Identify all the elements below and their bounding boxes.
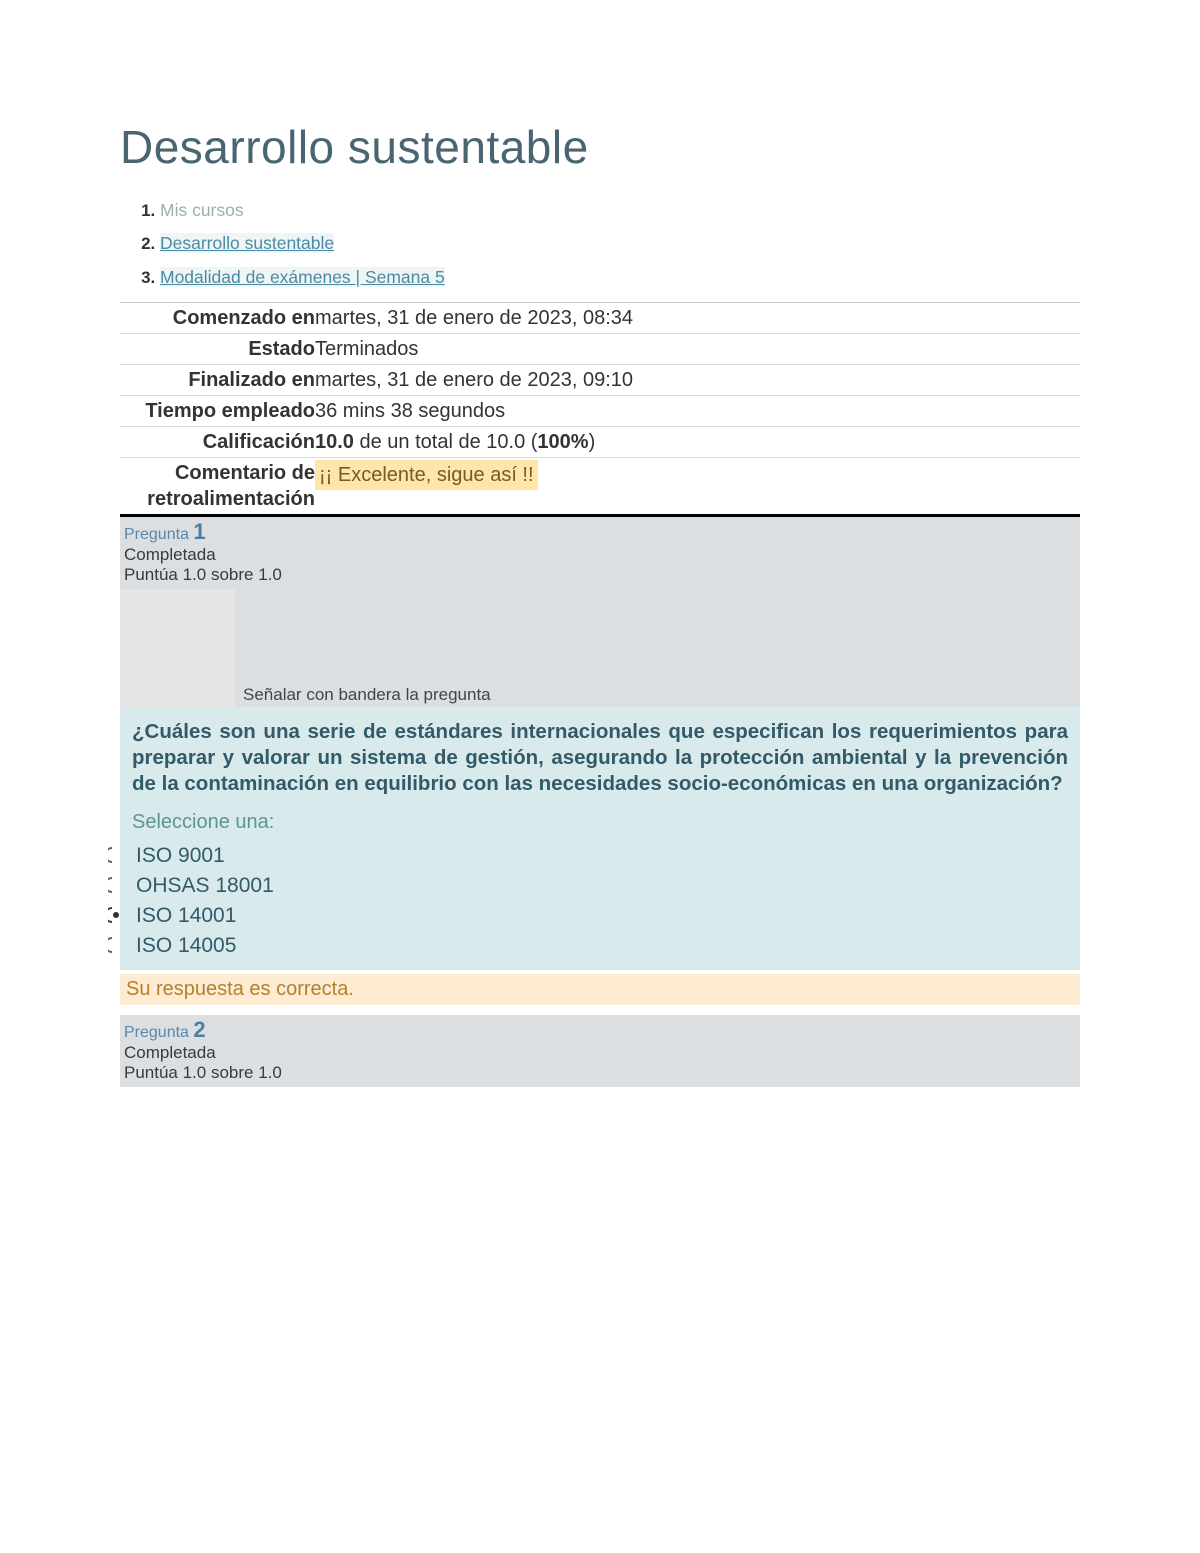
breadcrumb-item[interactable]: Desarrollo sustentable [160, 227, 1080, 260]
option-label: ISO 14001 [136, 904, 236, 928]
breadcrumb-item[interactable]: Modalidad de exámenes | Semana 5 [160, 261, 1080, 294]
breadcrumb-text: Modalidad de exámenes | Semana 5 [160, 267, 445, 287]
breadcrumb-text: Desarrollo sustentable [160, 233, 334, 253]
option-row[interactable]: OHSAS 18001 [132, 874, 1068, 898]
finished-on-value: martes, 31 de enero de 2023, 09:10 [315, 365, 1080, 395]
flag-block [120, 589, 235, 707]
feedback-value: ¡¡ Excelente, sigue así !! [315, 460, 538, 490]
feedback-value-wrap: ¡¡ Excelente, sigue así !! [315, 458, 1080, 492]
option-label: ISO 9001 [136, 844, 225, 868]
radio-icon[interactable] [108, 847, 132, 865]
select-one-label: Seleccione una: [132, 811, 1068, 834]
summary-table: Comenzado en martes, 31 de enero de 2023… [120, 302, 1080, 517]
question-number: 2 [193, 1017, 205, 1042]
question-header: Pregunta 2 Completada Puntúa 1.0 sobre 1… [120, 1015, 1080, 1087]
question-status: Completada [124, 545, 1076, 565]
radio-icon[interactable] [108, 937, 132, 955]
question-points: Puntúa 1.0 sobre 1.0 [124, 1063, 1076, 1083]
question-number: 1 [193, 519, 205, 544]
feedback-label: Comentario de retroalimentación [120, 458, 315, 514]
breadcrumb-item[interactable]: Mis cursos [160, 194, 1080, 227]
options-list: ISO 9001 OHSAS 18001 ISO 14001 ISO 14005 [132, 844, 1068, 958]
grade-value: 10.0 de un total de 10.0 (100%) [315, 427, 1080, 457]
finished-on-label: Finalizado en [120, 365, 315, 395]
option-label: OHSAS 18001 [136, 874, 274, 898]
page-title: Desarrollo sustentable [120, 120, 1080, 174]
question-body: ¿Cuáles son una serie de estándares inte… [120, 707, 1080, 971]
grade-label: Calificación [120, 427, 315, 457]
radio-icon[interactable] [108, 877, 132, 895]
state-label: Estado [120, 334, 315, 364]
option-label: ISO 14005 [136, 934, 236, 958]
time-taken-label: Tiempo empleado [120, 396, 315, 426]
started-on-label: Comenzado en [120, 303, 315, 333]
question-points: Puntúa 1.0 sobre 1.0 [124, 565, 1076, 585]
state-value: Terminados [315, 334, 1080, 364]
radio-icon-selected[interactable] [108, 907, 132, 925]
started-on-value: martes, 31 de enero de 2023, 08:34 [315, 303, 1080, 333]
question-header: Pregunta 1 Completada Puntúa 1.0 sobre 1… [120, 517, 1080, 589]
grade-score: 10.0 [315, 431, 354, 453]
grade-mid: de un total de 10.0 ( [354, 431, 537, 453]
question-number-label: Pregunta [124, 526, 193, 543]
grade-percent: 100% [537, 431, 588, 453]
breadcrumb-text: Mis cursos [160, 200, 244, 220]
grade-tail: ) [589, 431, 596, 453]
question-number-label: Pregunta [124, 1024, 193, 1041]
question-text: ¿Cuáles son una serie de estándares inte… [132, 719, 1068, 798]
question-status: Completada [124, 1043, 1076, 1063]
answer-feedback: Su respuesta es correcta. [120, 974, 1080, 1005]
breadcrumb: Mis cursos Desarrollo sustentable Modali… [160, 194, 1080, 294]
option-row[interactable]: ISO 14001 [132, 904, 1068, 928]
flag-question-link[interactable]: Señalar con bandera la pregunta [243, 685, 1080, 707]
time-taken-value: 36 mins 38 segundos [315, 396, 1080, 426]
option-row[interactable]: ISO 9001 [132, 844, 1068, 868]
option-row[interactable]: ISO 14005 [132, 934, 1068, 958]
flag-area: Señalar con bandera la pregunta [120, 589, 1080, 707]
